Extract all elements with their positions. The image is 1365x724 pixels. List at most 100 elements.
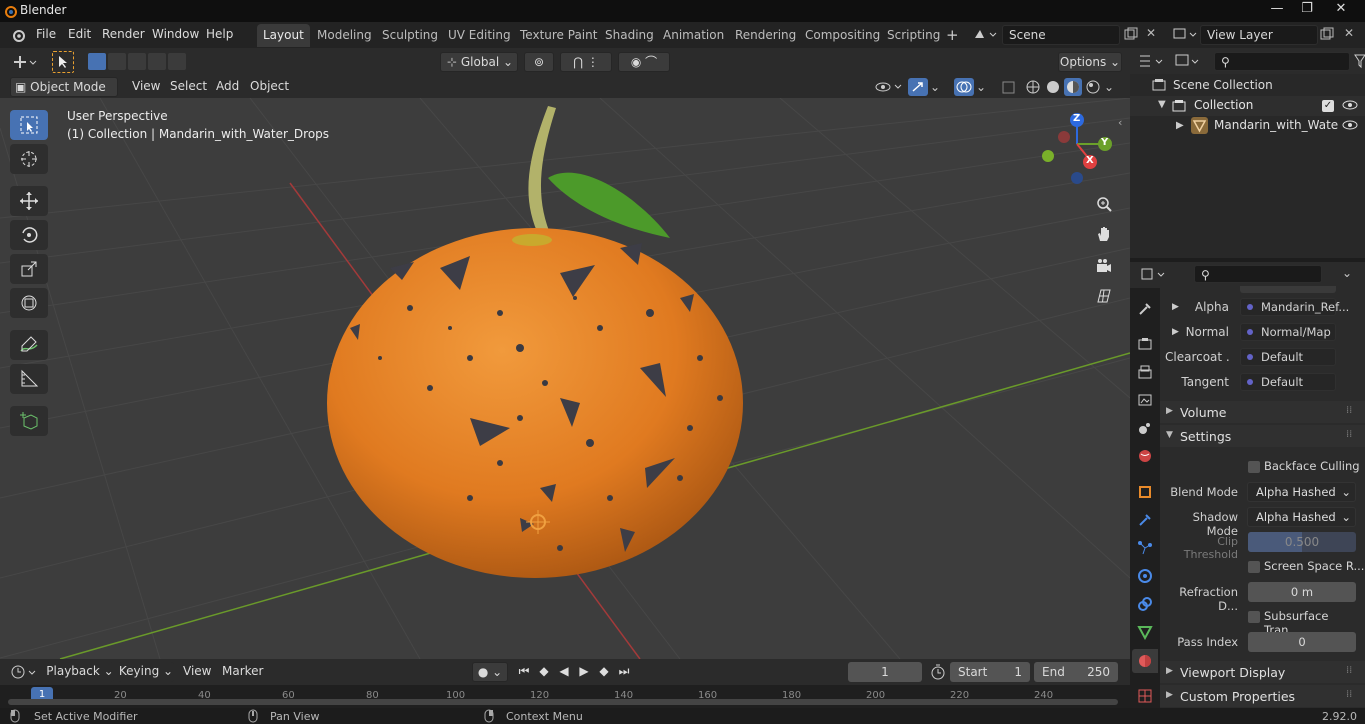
menu-window[interactable]: Window (152, 27, 199, 41)
end-frame-field[interactable]: End 250 (1034, 662, 1118, 682)
keying-menu[interactable]: Keying ⌄ (118, 662, 174, 682)
filter-icon[interactable] (1354, 53, 1365, 69)
gizmo-y-label[interactable]: Y (1101, 137, 1108, 148)
drag-handle-icon[interactable]: ⁞⁞ (1346, 665, 1352, 676)
jump-start-icon[interactable]: ⏮ (516, 664, 532, 679)
scale-tool-button[interactable] (10, 254, 48, 284)
display-mode-icon[interactable] (1174, 53, 1204, 69)
prev-keyframe-icon[interactable]: ◆ (536, 664, 552, 679)
ortho-toggle-button[interactable] (1093, 285, 1115, 307)
tab-scripting[interactable]: Scripting (881, 24, 946, 47)
blender-menu-icon[interactable] (10, 27, 26, 43)
select-subtract-icon[interactable] (128, 53, 146, 70)
viewport-menu-select[interactable]: Select (164, 77, 213, 95)
mode-dropdown[interactable]: ▣ Object Mode ⌄ (10, 77, 118, 112)
outliner-editor-type-icon[interactable] (1138, 53, 1168, 69)
outliner-object-label[interactable]: Mandarin_with_Wate (1214, 118, 1338, 132)
select-invert-icon[interactable] (148, 53, 166, 70)
drag-handle-icon[interactable]: ⁞⁞ (1346, 405, 1352, 416)
auto-keying-toggle[interactable]: ● ⌄ (472, 662, 508, 682)
new-scene-icon[interactable] (1124, 27, 1138, 41)
editor-type-icon[interactable] (12, 54, 40, 70)
properties-search-input[interactable]: ⚲ (1194, 265, 1322, 283)
expand-normal-icon[interactable]: ▶ (1172, 327, 1179, 337)
zoom-button[interactable] (1093, 193, 1115, 215)
minimize-button[interactable]: — (1260, 0, 1294, 20)
blend-mode-dropdown[interactable]: Alpha Hashed ⌄ (1247, 482, 1356, 502)
menu-file[interactable]: File (36, 27, 56, 41)
tab-animation[interactable]: Animation (657, 24, 730, 47)
transform-orientation-dropdown[interactable]: ⊹ Global ⌄ (440, 52, 518, 72)
maximize-button[interactable]: ❐ (1290, 0, 1324, 20)
properties-options-icon[interactable]: ⌄ (1342, 266, 1352, 280)
next-keyframe-icon[interactable]: ◆ (596, 664, 612, 679)
tab-layout[interactable]: Layout (257, 24, 310, 47)
world-tab-icon[interactable] (1136, 447, 1154, 465)
rotate-tool-button[interactable] (10, 220, 48, 250)
select-tool-button[interactable] (10, 110, 48, 140)
drag-handle-icon[interactable]: ⁞⁞ (1346, 429, 1352, 440)
gizmo-toggle-icon[interactable] (908, 78, 928, 96)
material-tab-icon[interactable] (1136, 652, 1154, 670)
screen-space-refraction-checkbox[interactable] (1248, 561, 1260, 573)
solid-shading-icon[interactable] (1044, 78, 1062, 96)
remove-scene-icon[interactable]: ✕ (1146, 26, 1156, 40)
texture-tab-icon[interactable] (1136, 687, 1154, 705)
material-preview-shading-icon[interactable] (1064, 78, 1082, 96)
timeline-marker-menu[interactable]: Marker (222, 664, 263, 678)
expand-collapse-icon[interactable]: ▼ (1158, 99, 1166, 110)
pivot-point-dropdown[interactable]: ⊚ (524, 52, 554, 72)
view-layer-icon[interactable] (1172, 26, 1200, 42)
new-view-layer-icon[interactable] (1320, 27, 1334, 41)
object-eye-icon[interactable] (1342, 118, 1358, 132)
camera-view-button[interactable] (1093, 255, 1115, 277)
select-intersect-icon[interactable] (168, 53, 186, 70)
eye-icon[interactable] (1342, 98, 1358, 112)
jump-end-icon[interactable]: ⏭ (616, 664, 632, 679)
play-icon[interactable]: ▶ (576, 664, 592, 679)
shadow-mode-dropdown[interactable]: Alpha Hashed ⌄ (1247, 507, 1356, 527)
sidebar-toggle-icon[interactable]: ‹ (1118, 116, 1122, 129)
properties-editor-type-icon[interactable] (1140, 266, 1170, 282)
tab-modeling[interactable]: Modeling (311, 24, 378, 47)
proportional-editing-dropdown[interactable]: ◉ ⌒ (618, 52, 670, 72)
scene-selector-icon[interactable] (972, 26, 1000, 42)
particles-tab-icon[interactable] (1136, 539, 1154, 557)
alpha-socket-field[interactable]: Mandarin_Ref... (1240, 298, 1349, 316)
viewport-menu-object[interactable]: Object (244, 77, 295, 95)
select-new-icon[interactable] (88, 53, 106, 70)
playback-menu[interactable]: Playback ⌄ (46, 662, 114, 682)
expand-object-icon[interactable]: ▶ (1176, 120, 1184, 131)
render-tab-icon[interactable] (1136, 335, 1154, 353)
add-cube-tool-button[interactable] (10, 406, 48, 436)
gizmo-z-label[interactable]: Z (1073, 113, 1080, 124)
clearcoat-socket-field[interactable]: Default (1240, 348, 1336, 366)
stopwatch-icon[interactable] (930, 663, 946, 681)
move-tool-button[interactable] (10, 186, 48, 216)
viewport-menu-add[interactable]: Add (210, 77, 245, 95)
transform-tool-button[interactable] (10, 288, 48, 318)
pan-button[interactable] (1093, 223, 1115, 245)
options-dropdown[interactable]: Options ⌄ (1058, 52, 1122, 72)
clip-threshold-slider[interactable]: 0.500 (1248, 532, 1356, 552)
view-layer-field[interactable]: View Layer (1200, 25, 1318, 45)
select-box-tool-icon[interactable] (52, 51, 74, 73)
tab-texture-paint[interactable]: Texture Paint (514, 24, 603, 47)
measure-tool-button[interactable] (10, 364, 48, 394)
tab-compositing[interactable]: Compositing (799, 24, 886, 47)
xray-toggle-icon[interactable] (1000, 78, 1018, 96)
start-frame-field[interactable]: Start 1 (950, 662, 1030, 682)
outliner-search-input[interactable]: ⚲ (1214, 52, 1350, 71)
current-frame-field[interactable]: 1 (848, 662, 922, 682)
tab-uv-editing[interactable]: UV Editing (442, 24, 517, 47)
play-reverse-icon[interactable]: ◀ (556, 664, 572, 679)
constraints-tab-icon[interactable] (1136, 595, 1154, 613)
menu-edit[interactable]: Edit (68, 27, 91, 41)
drag-handle-icon[interactable]: ⁞⁞ (1346, 689, 1352, 700)
refraction-depth-field[interactable]: 0 m (1248, 582, 1356, 602)
remove-view-layer-icon[interactable]: ✕ (1344, 26, 1354, 40)
data-tab-icon[interactable] (1136, 623, 1154, 641)
3d-viewport[interactable]: Z Y X User Perspective (1) Collection | … (0, 98, 1130, 659)
visibility-icon[interactable] (874, 78, 904, 96)
exclude-checkbox[interactable]: ✓ (1322, 100, 1334, 112)
